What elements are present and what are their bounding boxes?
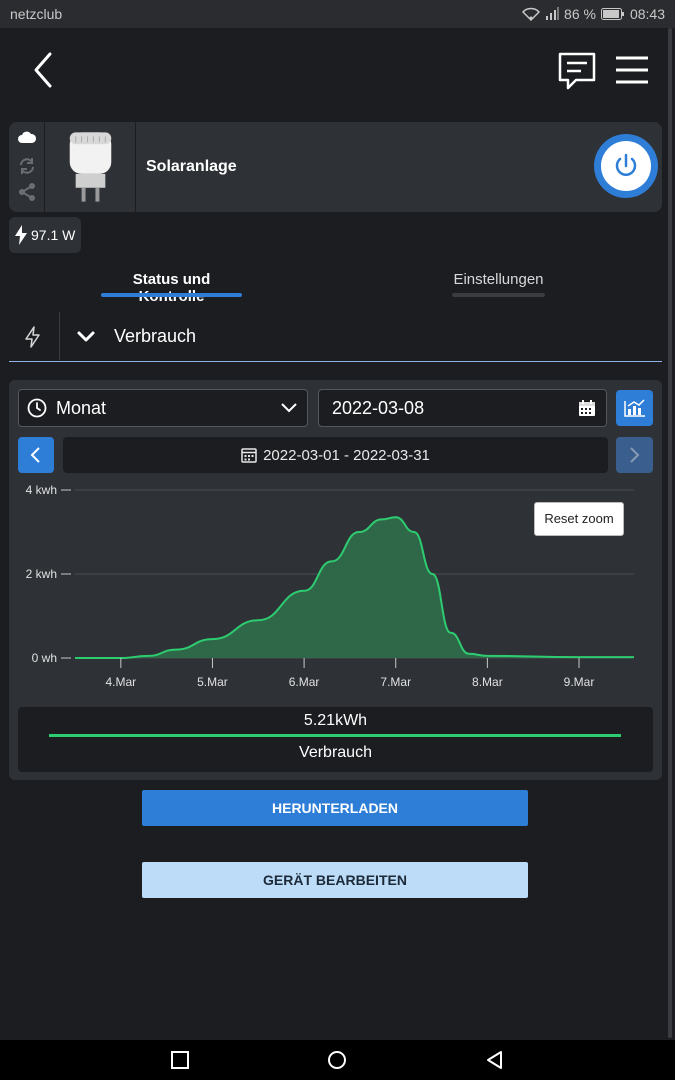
date-range-display: 2022-03-01 - 2022-03-31 bbox=[63, 437, 608, 473]
consumption-section-header: Verbrauch bbox=[9, 312, 662, 362]
y-tick-label: 0 wh bbox=[32, 651, 57, 665]
chart-panel: Monat 2022-03-08 2022-03-01 - 2022-03-31… bbox=[9, 380, 662, 780]
tab-indicator bbox=[452, 293, 545, 297]
x-tick-label: 9.Mar bbox=[564, 675, 595, 689]
messages-icon[interactable] bbox=[556, 50, 598, 92]
clock-icon bbox=[27, 398, 47, 418]
y-tick-label: 4 kwh bbox=[26, 483, 57, 497]
tab-label: Status und Kontrolle bbox=[132, 271, 211, 305]
x-tick-label: 8.Mar bbox=[472, 675, 503, 689]
power-reading: 97.1 W bbox=[31, 227, 76, 243]
divider bbox=[59, 312, 60, 360]
reset-zoom-button[interactable]: Reset zoom bbox=[534, 502, 624, 536]
period-value: Monat bbox=[56, 398, 107, 418]
share-icon bbox=[19, 183, 35, 201]
app-bar bbox=[0, 28, 675, 112]
power-button-face bbox=[601, 141, 651, 191]
power-toggle-button[interactable] bbox=[594, 134, 658, 198]
battery-percent: 86 % bbox=[564, 6, 596, 22]
x-tick-label: 7.Mar bbox=[380, 675, 411, 689]
chevron-down-icon bbox=[281, 403, 297, 413]
section-title: Verbrauch bbox=[114, 326, 197, 346]
power-icon bbox=[615, 153, 637, 176]
battery-icon bbox=[600, 8, 624, 20]
consumption-total: 5.21kWh bbox=[303, 712, 368, 729]
chevron-left-icon bbox=[30, 447, 40, 463]
x-tick-label: 5.Mar bbox=[197, 675, 228, 689]
edit-device-button[interactable]: GERÄT BEARBEITEN bbox=[142, 862, 528, 898]
recent-apps-icon[interactable] bbox=[170, 1050, 190, 1070]
chevron-down-icon[interactable] bbox=[75, 328, 97, 346]
tab-settings[interactable]: Einstellungen bbox=[452, 260, 545, 304]
series-area bbox=[75, 517, 634, 658]
clock: 08:43 bbox=[629, 6, 665, 22]
tab-label: Einstellungen bbox=[453, 271, 544, 288]
chart-legend: 5.21kWh Verbrauch bbox=[18, 707, 653, 772]
legend-series-name: Verbrauch bbox=[299, 744, 372, 761]
device-name: Solaranlage bbox=[146, 158, 237, 175]
system-nav-bar bbox=[0, 1040, 675, 1080]
previous-period-button[interactable] bbox=[18, 437, 54, 473]
power-reading-badge: 97.1 W bbox=[9, 217, 81, 253]
device-card: Solaranlage bbox=[9, 122, 662, 212]
back-triangle-icon[interactable] bbox=[485, 1050, 505, 1070]
y-tick-label: 2 kwh bbox=[26, 567, 57, 581]
chart-icon bbox=[624, 399, 645, 417]
x-tick-label: 6.Mar bbox=[289, 675, 320, 689]
home-icon[interactable] bbox=[327, 1050, 347, 1070]
status-icons: 86 % 08:43 bbox=[522, 6, 665, 22]
x-tick-label: 4.Mar bbox=[105, 675, 136, 689]
legend-series-line bbox=[49, 734, 621, 737]
tab-bar: Status und Kontrolle Einstellungen bbox=[0, 260, 675, 305]
chart-type-button[interactable] bbox=[616, 390, 653, 426]
sync-icon bbox=[20, 158, 34, 174]
download-button[interactable]: HERUNTERLADEN bbox=[142, 790, 528, 826]
carrier-label: netzclub bbox=[10, 6, 63, 22]
back-arrow-icon[interactable] bbox=[28, 50, 58, 90]
scrollbar[interactable] bbox=[668, 28, 672, 1038]
signal-icon bbox=[546, 7, 560, 20]
tab-status-control[interactable]: Status und Kontrolle bbox=[101, 260, 242, 305]
date-input[interactable]: 2022-03-08 bbox=[318, 389, 607, 427]
date-value: 2022-03-08 bbox=[332, 398, 425, 418]
calendar-icon bbox=[579, 400, 595, 416]
cloud-icon bbox=[18, 131, 37, 143]
chevron-right-icon bbox=[630, 447, 640, 463]
calendar-icon bbox=[241, 448, 257, 463]
smart-plug-image bbox=[69, 122, 136, 212]
lightning-icon bbox=[15, 225, 27, 245]
lightning-outline-icon bbox=[25, 326, 40, 348]
status-bar: netzclub 86 % 08:43 bbox=[0, 0, 675, 28]
date-range-text: 2022-03-01 - 2022-03-31 bbox=[263, 446, 430, 464]
tab-indicator bbox=[101, 293, 242, 297]
next-period-button[interactable] bbox=[616, 437, 653, 473]
wifi-icon bbox=[522, 7, 541, 21]
device-status-icons bbox=[9, 122, 45, 212]
period-select[interactable]: Monat bbox=[18, 389, 308, 427]
hamburger-menu-icon[interactable] bbox=[614, 54, 650, 86]
